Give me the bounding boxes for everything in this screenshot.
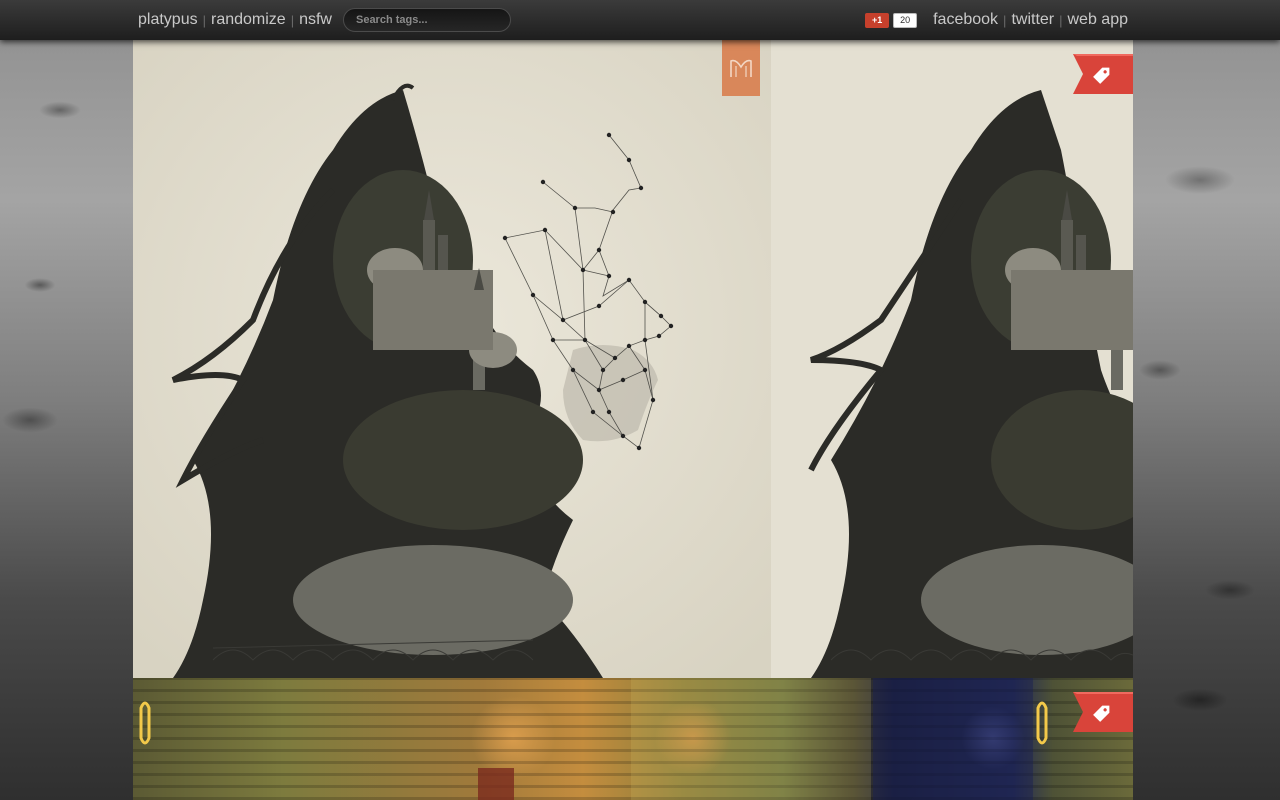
bottom-image-tile[interactable] — [133, 678, 1133, 800]
nav-separator: | — [290, 12, 295, 28]
double-exposure-artwork — [133, 40, 771, 678]
google-plus-button[interactable]: +1 — [865, 12, 890, 28]
m-logo-icon — [730, 59, 752, 77]
tag-ribbon-button[interactable] — [1073, 692, 1133, 732]
nav-left: platypus | randomize | nsfw — [138, 0, 511, 40]
gplus-count-badge: 20 — [893, 12, 918, 28]
nav-right: +1 20 facebook | twitter | web app — [865, 0, 1128, 40]
randomize-link[interactable]: randomize — [211, 11, 286, 29]
top-bar: platypus | randomize | nsfw +1 20 facebo… — [0, 0, 1280, 40]
search-tags-input[interactable] — [342, 8, 511, 32]
nav-separator: | — [1059, 12, 1063, 28]
brand-link[interactable]: platypus — [138, 11, 198, 29]
gplus-label: +1 — [871, 15, 883, 25]
tag-icon — [1073, 692, 1133, 732]
double-exposure-artwork-copy — [771, 40, 1133, 678]
web-app-link[interactable]: web app — [1068, 11, 1129, 29]
main-image-tile[interactable] — [133, 40, 771, 678]
tag-icon — [1073, 54, 1133, 94]
logo-badge[interactable] — [722, 40, 760, 96]
side-image-tile[interactable] — [771, 40, 1133, 678]
nsfw-link[interactable]: nsfw — [299, 11, 332, 29]
google-plus-widget[interactable]: +1 20 — [865, 12, 918, 28]
city-lights-detail — [139, 678, 1048, 800]
facebook-link[interactable]: facebook — [933, 11, 998, 29]
tag-ribbon-button[interactable] — [1073, 54, 1133, 94]
twitter-link[interactable]: twitter — [1011, 11, 1054, 29]
nav-separator: | — [202, 12, 206, 28]
nav-separator: | — [1003, 12, 1007, 28]
